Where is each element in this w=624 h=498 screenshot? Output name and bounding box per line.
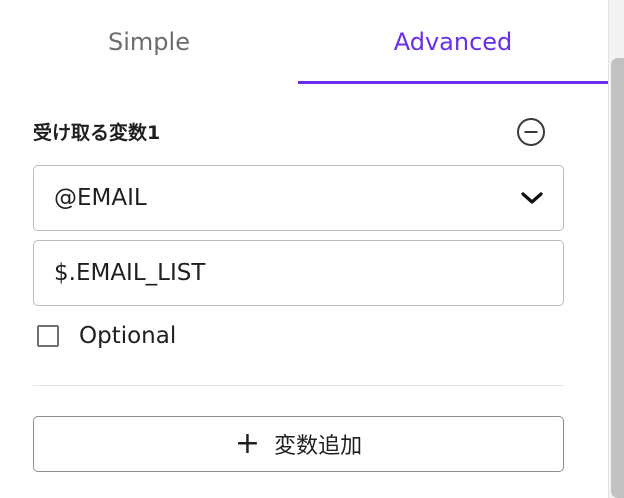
divider	[33, 385, 564, 386]
add-variable-button[interactable]: + 変数追加	[33, 416, 564, 472]
optional-label: Optional	[79, 323, 177, 349]
variable-path-value: $.EMAIL_LIST	[54, 260, 206, 286]
remove-variable-button[interactable]	[516, 117, 546, 147]
plus-icon: +	[234, 426, 261, 461]
tab-advanced[interactable]: Advanced	[298, 0, 608, 84]
add-variable-label: 変数追加	[274, 434, 363, 459]
optional-checkbox[interactable]	[37, 325, 59, 347]
tab-simple[interactable]: Simple	[0, 0, 298, 84]
scrollbar-thumb[interactable]	[611, 58, 624, 498]
variable-path-input[interactable]: $.EMAIL_LIST	[33, 240, 564, 306]
tab-bar: Simple Advanced	[0, 0, 608, 84]
minus-circle-icon	[517, 118, 545, 146]
variable-heading: 受け取る変数1	[33, 122, 161, 144]
variable-select-value: @EMAIL	[54, 185, 147, 211]
chevron-down-icon	[521, 192, 543, 204]
variable-select[interactable]: @EMAIL	[33, 165, 564, 231]
active-tab-indicator	[298, 81, 608, 84]
optional-row: Optional	[37, 321, 176, 351]
settings-panel: Simple Advanced 受け取る変数1 @EMAIL $.EMAIL_L…	[0, 0, 608, 498]
